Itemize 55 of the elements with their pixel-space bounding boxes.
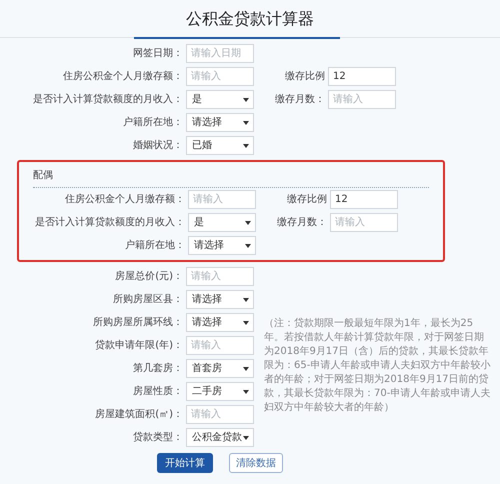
calculate-button[interactable]: 开始计算 [157,453,213,473]
field-label: 网签日期： [132,46,184,61]
field-label: 住房公积金个人月缴存额： [64,192,186,207]
caret-icon [243,390,249,394]
field-label: 户籍所在地： [124,238,186,253]
section-title: 配偶 [33,169,53,183]
field-label: 贷款类型： [132,430,184,445]
select-field[interactable]: 请选择 [188,236,256,255]
field-label: 住房公积金个人月缴存额： [62,70,184,84]
input-field[interactable]: 请输入 [186,67,254,86]
select-field[interactable]: 二手房 [186,382,254,401]
field-label: 户籍所在地： [122,116,184,130]
caret-icon [243,98,249,102]
field-label: 是否计入计算贷款额度的月收入： [32,92,184,107]
caret-icon [245,220,251,224]
page-title: 公积金贷款计算器 [186,8,314,30]
input-field[interactable]: 12 [328,67,396,86]
select-field[interactable]: 是 [186,90,254,109]
select-field[interactable]: 请选择 [186,290,254,309]
field-label: 房屋建筑面积(㎡)： [94,408,184,422]
loan-term-note: （注：贷款期限一般最短年限为1年，最长为25年。若按借款人年龄计算贷款年限，对于网签日期为2018年9月17日（含）后的贷款，其最长贷款年限为：65-申请人年龄或申请人夫妇双方中年龄较小者的年龄；对于网签日期为2018年9月17日前的贷款，其最长贷款年限为：70-申请人年龄或申请人夫妇双方中年龄较大者的年龄） [264,317,492,415]
select-field[interactable]: 请选择 [186,113,254,132]
field-label: 所购房屋区县： [112,292,184,307]
select-field[interactable]: 请选择 [186,313,254,332]
field-label: 房屋总价(元)： [114,270,184,284]
field-label: 缴存月数： [276,216,328,230]
input-field[interactable]: 请输入 [186,405,254,424]
caret-icon [245,244,251,248]
caret-icon [243,144,249,148]
field-label: 房屋性质： [132,384,184,399]
field-label: 婚姻状况： [132,138,184,153]
clear-button[interactable]: 清除数据 [229,453,283,473]
field-label: 缴存月数： [274,93,326,107]
field-label: 第几套房： [132,362,184,376]
input-field[interactable]: 请输入 [328,90,396,109]
input-field[interactable]: 请输入日期 [186,44,254,63]
field-label: 缴存比例 [286,192,328,207]
select-field[interactable]: 已婚 [186,136,254,155]
select-field[interactable]: 首套房 [186,359,254,378]
field-label: 是否计入计算贷款额度的月收入： [34,216,186,230]
field-label: 贷款申请年限(年)： [94,338,184,353]
caret-icon [243,120,249,124]
caret-icon [243,436,249,440]
input-field[interactable]: 请输入 [330,213,398,232]
field-label: 缴存比例 [284,70,326,84]
field-label: 所购房屋所属环线： [92,316,184,330]
input-field[interactable]: 请输入 [186,267,254,286]
caret-icon [243,320,249,324]
select-field[interactable]: 是 [188,213,256,232]
select-field[interactable]: 公积金贷款 [186,428,254,447]
input-field[interactable]: 请输入 [188,190,256,209]
input-field[interactable]: 12 [330,190,398,209]
caret-icon [243,298,249,302]
input-field[interactable]: 请输入 [186,336,254,355]
caret-icon [243,366,249,370]
